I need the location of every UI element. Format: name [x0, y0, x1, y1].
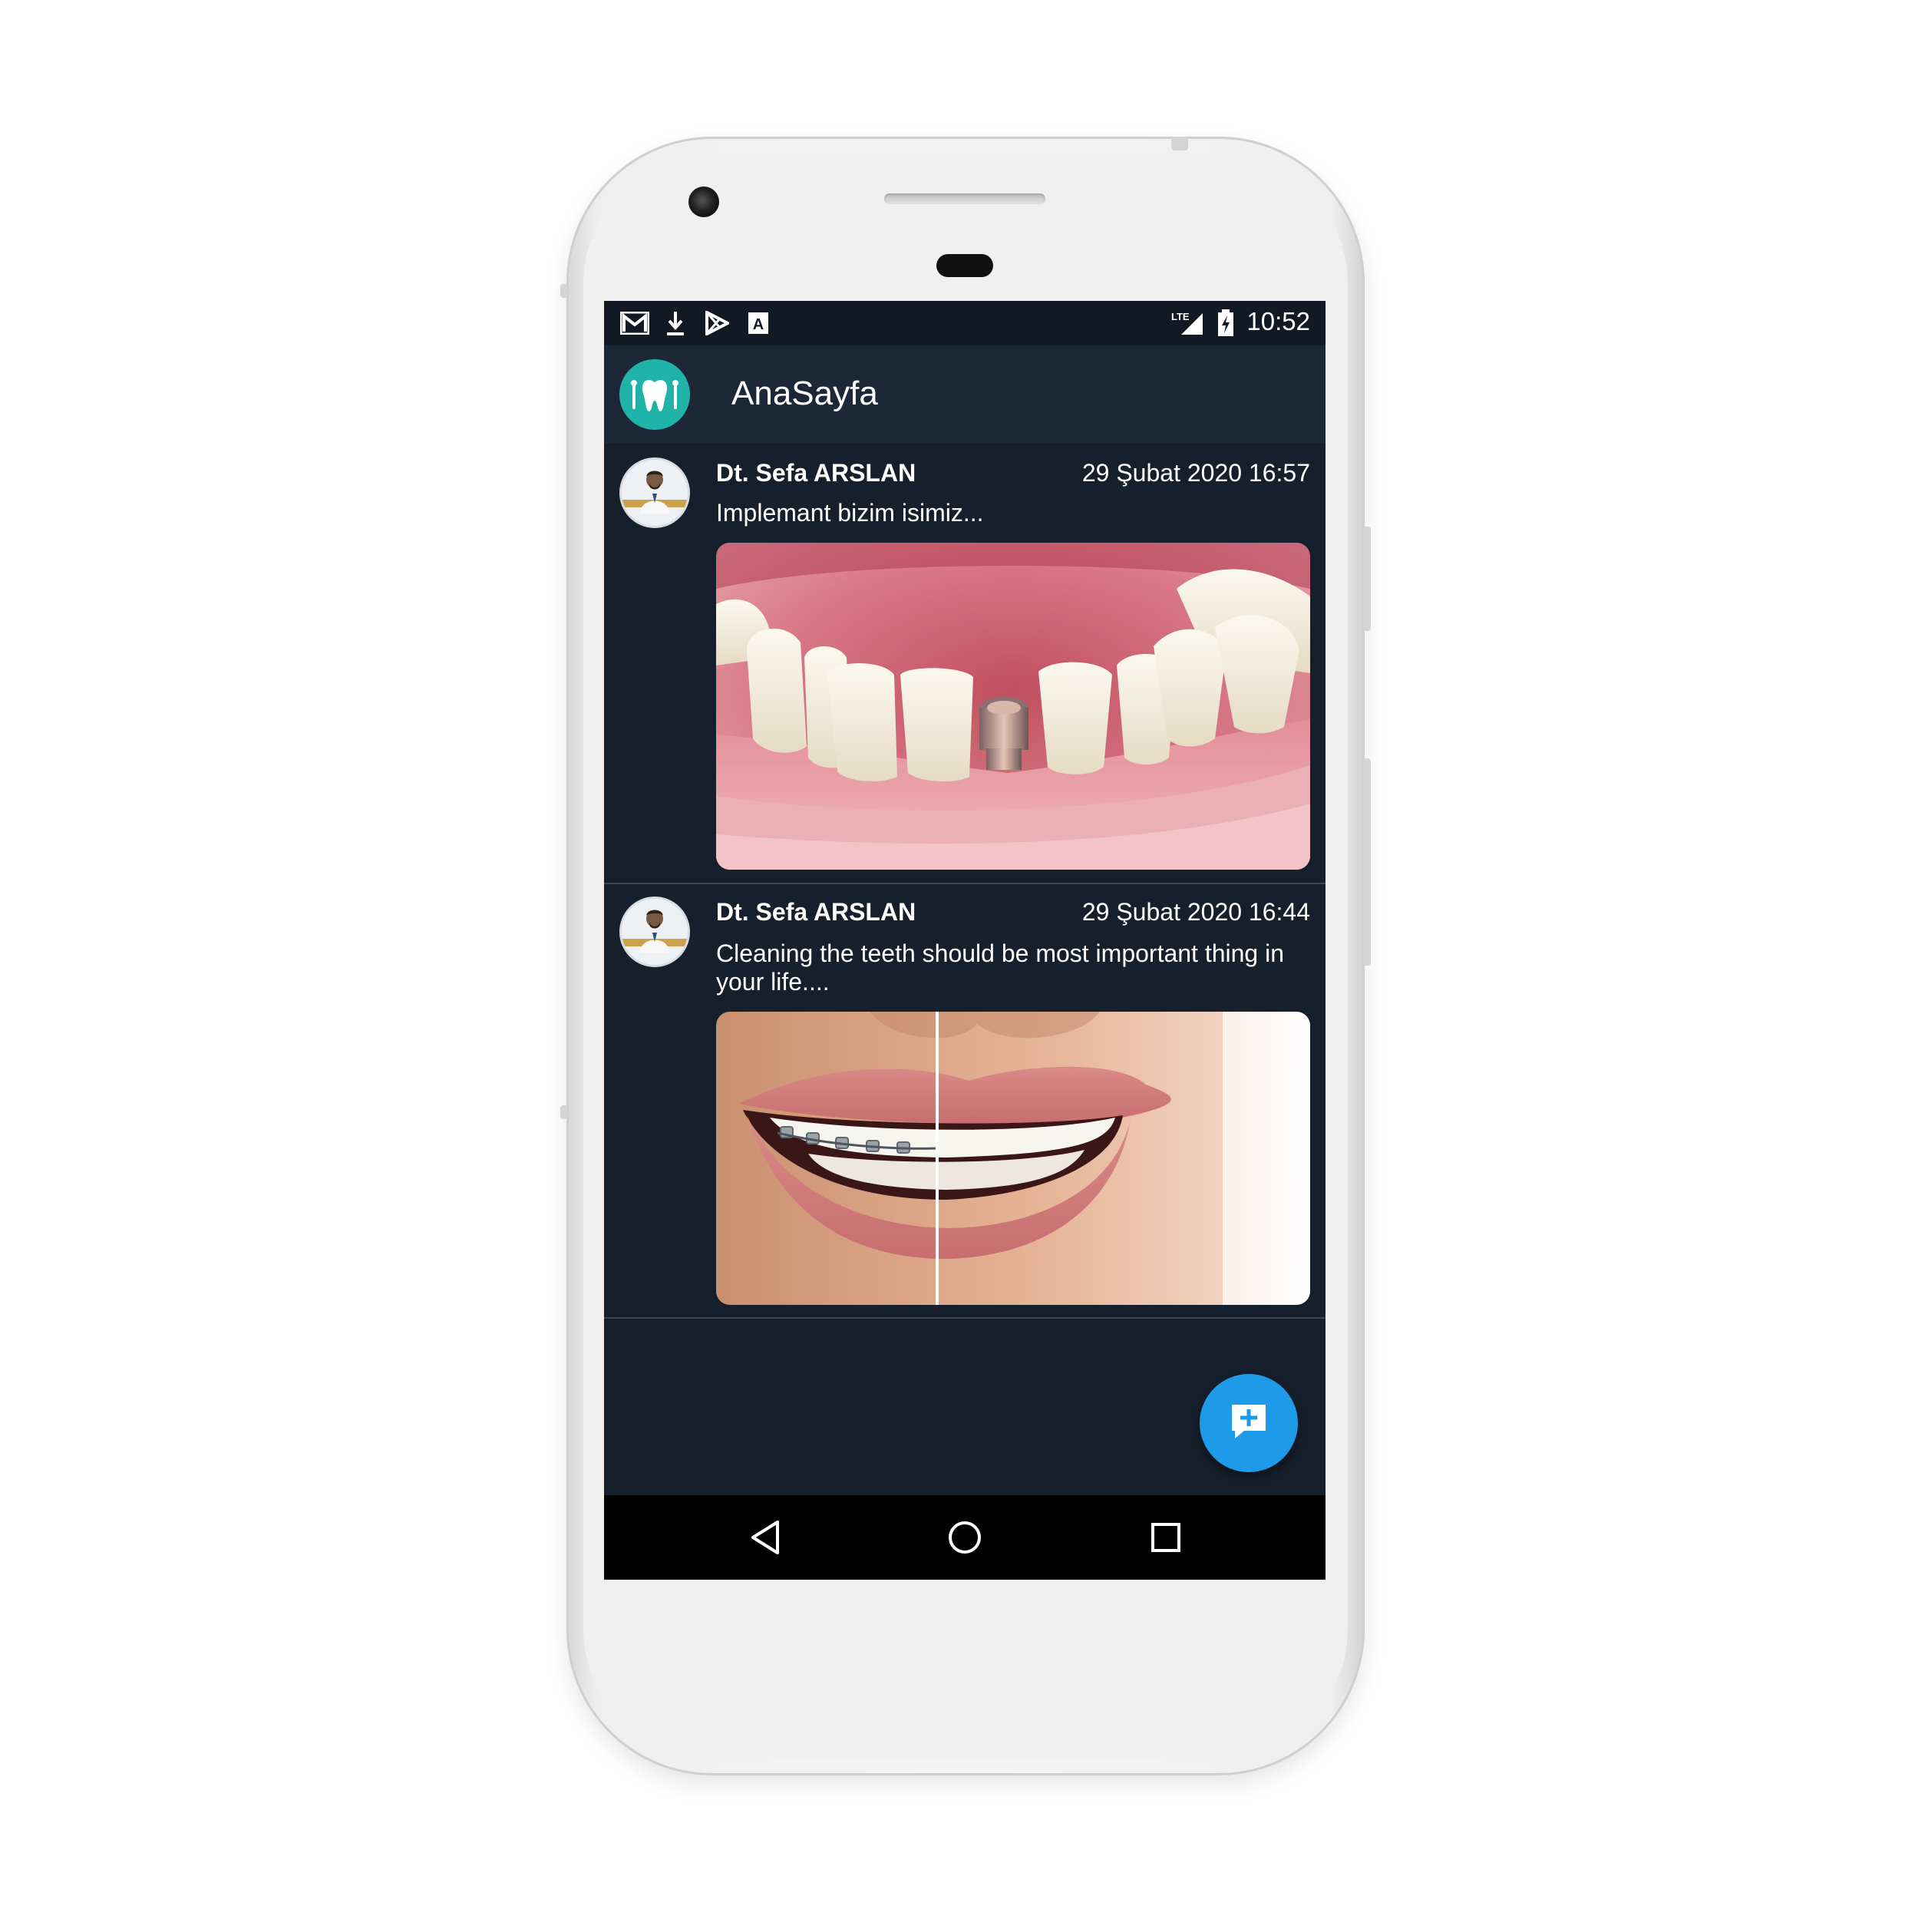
add-comment-icon: [1229, 1402, 1269, 1445]
volume-button: [1363, 758, 1371, 966]
battery-charging-icon: [1217, 309, 1235, 336]
recents-icon[interactable]: [1144, 1516, 1187, 1559]
power-button: [1363, 527, 1371, 631]
add-comment-button[interactable]: [1200, 1374, 1298, 1472]
keyboard-a-icon: A: [747, 310, 770, 336]
post-date: 29 Şubat 2020 16:44: [1081, 898, 1310, 926]
left-edge-mark: [560, 284, 568, 298]
author-avatar[interactable]: [619, 457, 690, 528]
post-divider: [604, 1317, 1326, 1319]
earpiece-speaker: [884, 193, 1045, 204]
post-author[interactable]: Dt. Sefa ARSLAN: [716, 898, 916, 926]
svg-text:A: A: [753, 316, 764, 333]
signal-icon: LTE: [1170, 310, 1206, 336]
dental-implant-photo[interactable]: [716, 543, 1310, 870]
page-title: AnaSayfa: [731, 375, 878, 412]
left-edge-mark-lower: [560, 1105, 568, 1119]
network-type-label: LTE: [1171, 311, 1190, 322]
tooth-logo-icon[interactable]: [619, 359, 690, 430]
back-icon[interactable]: [744, 1516, 787, 1559]
home-icon[interactable]: [943, 1516, 986, 1559]
app-bar: AnaSayfa: [604, 345, 1326, 444]
gmail-icon: [619, 310, 650, 336]
post-author[interactable]: Dt. Sefa ARSLAN: [716, 459, 916, 487]
post-text: Implemant bizim isimiz...: [716, 499, 984, 527]
navigation-bar: [604, 1495, 1326, 1580]
top-button: [1171, 137, 1188, 150]
feed-post[interactable]: Dt. Sefa ARSLAN 29 Şubat 2020 16:57 Impl…: [604, 444, 1326, 884]
feed-post[interactable]: Dt. Sefa ARSLAN 29 Şubat 2020 16:44 Clea…: [604, 884, 1326, 1319]
post-text: Cleaning the teeth should be most import…: [716, 940, 1285, 996]
braces-before-after-smile-photo[interactable]: [716, 1012, 1310, 1305]
play-store-icon: [704, 310, 730, 336]
download-icon: [664, 310, 687, 336]
front-camera: [688, 187, 719, 217]
post-date: 29 Şubat 2020 16:57: [1081, 459, 1310, 487]
status-time: 10:52: [1246, 307, 1310, 335]
app-screen: A LTE 10:52 AnaSayfa Dt. Sefa ARSLAN 29 …: [604, 301, 1326, 1580]
author-avatar[interactable]: [619, 897, 690, 967]
proximity-sensor: [936, 254, 993, 277]
status-bar: A LTE 10:52: [604, 301, 1326, 345]
